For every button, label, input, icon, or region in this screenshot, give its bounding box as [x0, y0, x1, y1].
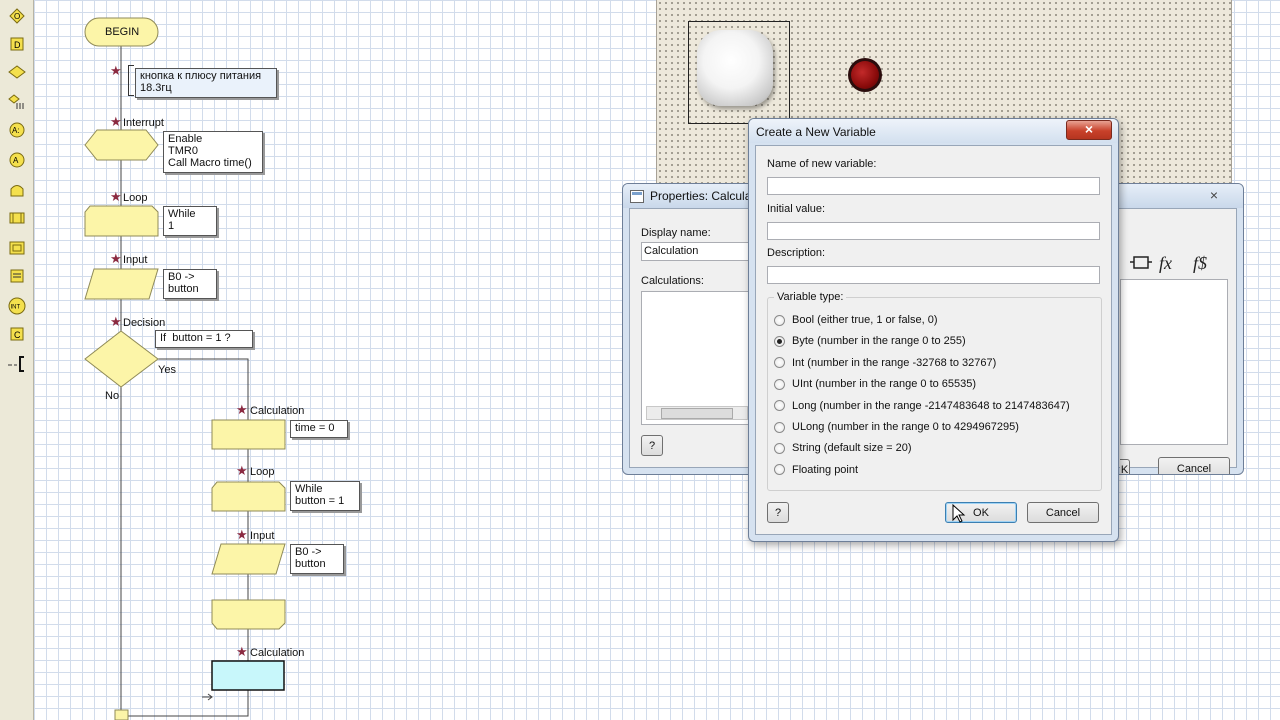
- radio-button[interactable]: [774, 314, 785, 326]
- decision-star-icon: ★: [110, 314, 122, 329]
- svg-text:fx: fx: [1159, 253, 1172, 273]
- initial-value-input[interactable]: [767, 222, 1100, 240]
- interrupt-label: Interrupt: [123, 117, 164, 129]
- calc2-label: Calculation: [250, 647, 305, 659]
- input2-star-icon: ★: [236, 527, 248, 542]
- loop2-label: Loop: [250, 466, 275, 478]
- led-component[interactable]: [848, 58, 882, 92]
- interrupt-star-icon: ★: [110, 114, 122, 129]
- dialog-titlebar[interactable]: Create a New Variable ×: [749, 119, 1118, 143]
- variable-type-option[interactable]: Long (number in the range -2147483648 to…: [774, 397, 1070, 415]
- loop1-label: Loop: [123, 192, 148, 204]
- no-label: No: [105, 390, 120, 402]
- push-button-component[interactable]: [697, 30, 773, 106]
- radio-button[interactable]: [774, 378, 785, 390]
- calc1-shape: [211, 419, 286, 450]
- radio-button[interactable]: [774, 400, 785, 412]
- description-label: Description:: [767, 247, 826, 259]
- calculations-textarea[interactable]: [641, 291, 763, 425]
- calc1-label: Calculation: [250, 405, 305, 417]
- properties-help-button[interactable]: ?: [641, 435, 663, 456]
- function-icon[interactable]: fx: [1158, 252, 1182, 274]
- dialog-title: Create a New Variable: [756, 125, 876, 139]
- variable-name-input[interactable]: [767, 177, 1100, 195]
- variable-type-option-label: Long (number in the range -2147483648 to…: [792, 399, 1070, 412]
- input2-shape: [211, 543, 286, 575]
- create-variable-dialog: Create a New Variable × Name of new vari…: [748, 118, 1119, 542]
- input2-label: Input: [250, 530, 275, 542]
- loop2-shape: [211, 481, 286, 512]
- radio-button[interactable]: [774, 442, 785, 454]
- variable-type-option-label: UInt (number in the range 0 to 65535): [792, 378, 977, 391]
- loop2-note[interactable]: While button = 1: [290, 481, 360, 511]
- variable-type-option[interactable]: UInt (number in the range 0 to 65535): [774, 375, 976, 393]
- variable-type-option[interactable]: Byte (number in the range 0 to 255): [774, 332, 966, 350]
- variable-type-option-label: String (default size = 20): [792, 442, 912, 455]
- calculations-label: Calculations:: [641, 275, 704, 287]
- comment-star-icon: ★: [110, 63, 122, 78]
- initial-label: Initial value:: [767, 203, 826, 215]
- variable-type-option[interactable]: Bool (either true, 1 or false, 0): [774, 311, 938, 329]
- name-label: Name of new variable:: [767, 158, 877, 170]
- interrupt-note[interactable]: Enable TMR0 Call Macro time(): [163, 131, 263, 173]
- variable-type-option-label: ULong (number in the range 0 to 42949672…: [792, 421, 1019, 433]
- input1-shape: [84, 268, 159, 300]
- variable-type-option-label: Byte (number in the range 0 to 255): [792, 335, 966, 348]
- window-icon: [630, 190, 644, 203]
- display-name-field[interactable]: Calculation: [641, 242, 761, 261]
- horizontal-scrollbar[interactable]: [646, 406, 748, 420]
- calc2-star-icon: ★: [236, 644, 248, 659]
- display-name-label: Display name:: [641, 227, 711, 239]
- variable-type-option-label: Bool (either true, 1 or false, 0): [792, 314, 938, 326]
- calc1-star-icon: ★: [236, 402, 248, 417]
- dialog-help-button[interactable]: ?: [767, 502, 789, 523]
- variable-type-option[interactable]: String (default size = 20): [774, 439, 912, 457]
- properties-ok-button[interactable]: K: [1120, 459, 1130, 474]
- radio-button[interactable]: [774, 357, 785, 369]
- loop1-star-icon: ★: [110, 189, 122, 204]
- properties-cancel-button[interactable]: Cancel: [1158, 457, 1230, 474]
- variable-type-option[interactable]: ULong (number in the range 0 to 42949672…: [774, 418, 1019, 436]
- decision-note[interactable]: If button = 1 ?: [155, 330, 253, 348]
- radio-button[interactable]: [774, 421, 785, 433]
- input1-label: Input: [123, 254, 148, 266]
- input1-star-icon: ★: [110, 251, 122, 266]
- comment-note[interactable]: кнопка к плюсу питания 18.3гц: [135, 68, 277, 98]
- input1-note[interactable]: B0 -> button: [163, 269, 217, 299]
- variable-type-option-label: Int (number in the range -32768 to 32767…: [792, 356, 997, 369]
- flowchart-diagram: [84, 17, 286, 720]
- decision-shape: [84, 330, 159, 388]
- cancel-button[interactable]: Cancel: [1027, 502, 1099, 523]
- mouse-pointer-icon: [952, 504, 966, 523]
- variable-type-label: Variable type:: [774, 291, 847, 303]
- properties-title: Properties: Calculat: [650, 189, 755, 203]
- properties-close-button[interactable]: ×: [1201, 187, 1227, 203]
- radio-button[interactable]: [774, 335, 785, 347]
- dialog-close-button[interactable]: ×: [1066, 120, 1112, 140]
- radio-button[interactable]: [774, 464, 785, 476]
- loop-end-shape: [211, 599, 286, 630]
- variable-type-option-label: Floating point: [792, 463, 859, 476]
- variable-icon[interactable]: [1130, 252, 1154, 274]
- variable-type-group: Variable type: Bool (either true, 1 or f…: [767, 291, 1102, 491]
- loop2-star-icon: ★: [236, 463, 248, 478]
- calc1-note[interactable]: time = 0: [290, 420, 348, 438]
- functions-list[interactable]: [1120, 279, 1228, 445]
- variable-type-option[interactable]: Int (number in the range -32768 to 32767…: [774, 354, 996, 372]
- loop1-note[interactable]: While 1: [163, 206, 217, 236]
- string-function-icon[interactable]: f$: [1192, 252, 1218, 274]
- variable-type-option[interactable]: Floating point: [774, 461, 858, 479]
- yes-label: Yes: [158, 364, 176, 376]
- ok-label: OK: [973, 506, 989, 519]
- svg-text:f$: f$: [1193, 253, 1207, 273]
- begin-label: BEGIN: [105, 26, 140, 38]
- calc2-shape-selected: [211, 660, 285, 691]
- interrupt-shape: [84, 129, 159, 161]
- description-input[interactable]: [767, 266, 1100, 284]
- input2-note[interactable]: B0 -> button: [290, 544, 344, 574]
- loop1-shape: [84, 205, 159, 237]
- decision-label: Decision: [123, 317, 166, 329]
